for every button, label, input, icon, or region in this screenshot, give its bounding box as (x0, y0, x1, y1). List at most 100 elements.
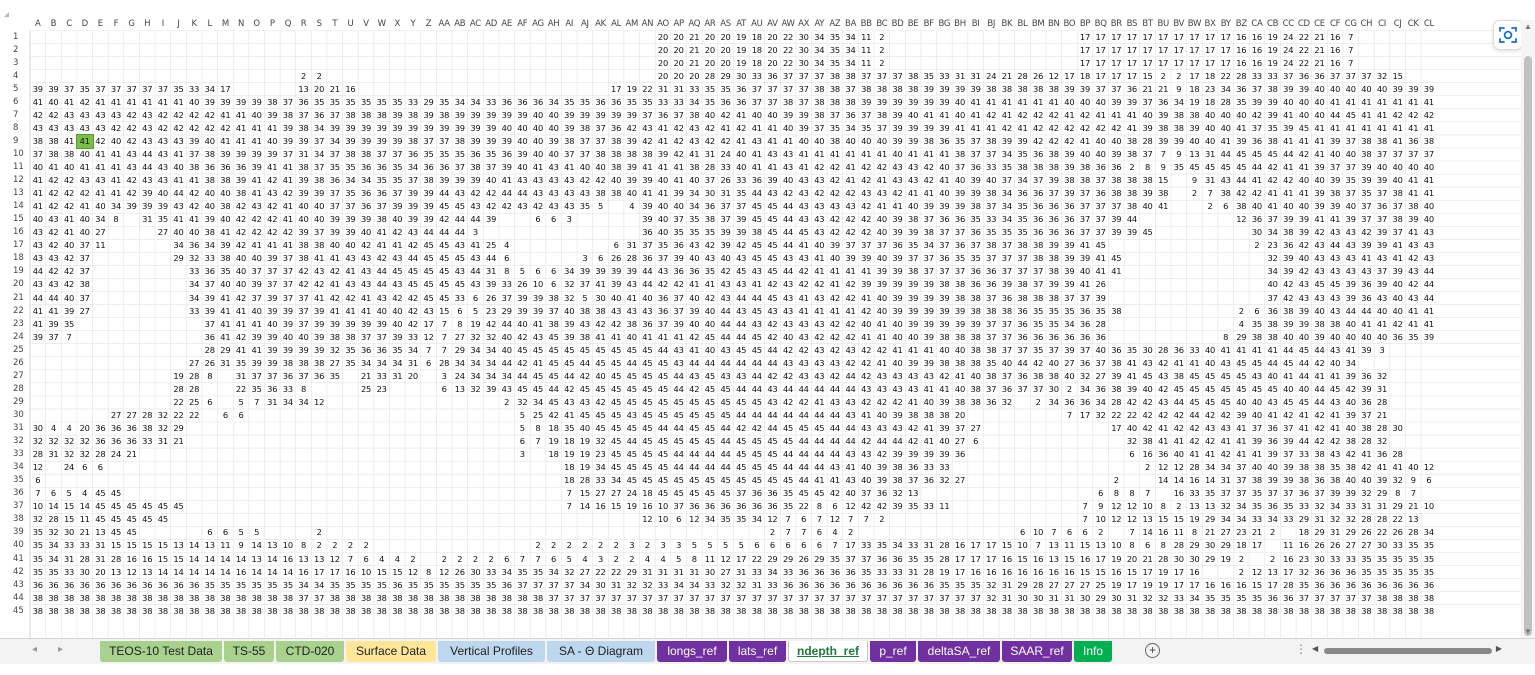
cell[interactable]: 7 (1030, 539, 1046, 552)
cell[interactable]: 38 (436, 592, 452, 605)
cell[interactable]: 38 (1030, 605, 1046, 618)
scroll-right-icon[interactable]: ▶ (1496, 644, 1502, 653)
cell[interactable]: 43 (858, 383, 874, 396)
cell[interactable]: 45 (702, 396, 718, 409)
cell[interactable]: 21 (1155, 83, 1171, 96)
cell[interactable]: 39 (1187, 122, 1203, 135)
cell[interactable]: 45 (1140, 226, 1156, 239)
cell[interactable]: 40 (1343, 318, 1359, 331)
cell[interactable]: 10 (280, 539, 296, 552)
cell[interactable]: 37 (1108, 200, 1124, 213)
sheet-tab[interactable]: Surface Data (346, 641, 436, 662)
cell[interactable]: 36 (296, 96, 312, 109)
cell[interactable]: 33 (937, 70, 953, 83)
cell[interactable]: 40 (1124, 422, 1140, 435)
cell[interactable]: 38 (952, 396, 968, 409)
cell[interactable]: 44 (171, 187, 187, 200)
cell[interactable]: 40 (233, 278, 249, 291)
cell[interactable]: 11 (858, 57, 874, 70)
cell[interactable]: 35 (218, 265, 234, 278)
cell[interactable]: 27 (108, 409, 124, 422)
cell[interactable]: 40 (233, 252, 249, 265)
cell[interactable]: 43 (1374, 292, 1390, 305)
cell[interactable]: 34 (1265, 513, 1281, 526)
cell[interactable]: 39 (561, 109, 577, 122)
cell[interactable]: 40 (1296, 109, 1312, 122)
cell[interactable]: 36 (311, 109, 327, 122)
cell[interactable]: 35 (858, 122, 874, 135)
cell[interactable]: 15 (1124, 566, 1140, 579)
cell[interactable]: 41 (874, 200, 890, 213)
cell[interactable]: 38 (827, 83, 843, 96)
cell[interactable]: 38 (124, 592, 140, 605)
cell[interactable]: 42 (858, 357, 874, 370)
cell[interactable]: 36 (1062, 213, 1078, 226)
cell[interactable]: 39 (733, 226, 749, 239)
cell[interactable]: 41 (1234, 422, 1250, 435)
cell[interactable]: 43 (374, 292, 390, 305)
cell[interactable]: 24 (1280, 57, 1296, 70)
cell[interactable]: 35 (421, 148, 437, 161)
cell[interactable]: 39 (280, 344, 296, 357)
cell[interactable]: 43 (905, 383, 921, 396)
cell[interactable]: 44 (655, 344, 671, 357)
row-header[interactable]: 1 (0, 31, 30, 44)
cell[interactable]: 43 (874, 422, 890, 435)
cell[interactable]: 41 (77, 161, 93, 174)
cell[interactable]: 12 (827, 513, 843, 526)
cell[interactable]: 17 (1062, 70, 1078, 83)
cell[interactable]: 35 (1265, 122, 1281, 135)
cell[interactable]: 41 (249, 174, 265, 187)
cell[interactable]: 15 (61, 513, 77, 526)
cell[interactable]: 43 (343, 278, 359, 291)
cell[interactable]: 38 (937, 409, 953, 422)
cell[interactable]: 29 (1374, 487, 1390, 500)
cell[interactable]: 22 (1390, 513, 1406, 526)
cell[interactable]: 35 (999, 226, 1015, 239)
cell[interactable]: 35 (1296, 579, 1312, 592)
column-header[interactable]: D (77, 18, 93, 30)
cell[interactable]: 10 (530, 278, 546, 291)
cell[interactable]: 41 (858, 148, 874, 161)
cell[interactable]: 42 (890, 187, 906, 200)
cell[interactable]: 42 (671, 148, 687, 161)
cell[interactable]: 38 (1280, 305, 1296, 318)
cell[interactable]: 31 (1312, 513, 1328, 526)
cell[interactable]: 33 (1249, 70, 1265, 83)
cell[interactable]: 44 (827, 435, 843, 448)
cell[interactable]: 39 (593, 265, 609, 278)
cell[interactable]: 39 (389, 331, 405, 344)
cell[interactable]: 39 (765, 174, 781, 187)
cell[interactable]: 38 (905, 213, 921, 226)
cell[interactable]: 42 (405, 305, 421, 318)
cell[interactable]: 24 (1280, 31, 1296, 44)
cell[interactable]: 36 (1155, 96, 1171, 109)
cell[interactable]: 41 (1077, 239, 1093, 252)
cell[interactable]: 41 (1327, 370, 1343, 383)
cell[interactable]: 37 (952, 226, 968, 239)
cell[interactable]: 44 (1280, 344, 1296, 357)
cell[interactable]: 34 (311, 122, 327, 135)
cell[interactable]: 41 (61, 96, 77, 109)
cell[interactable]: 45 (655, 383, 671, 396)
cell[interactable]: 39 (202, 305, 218, 318)
cell[interactable]: 15 (389, 566, 405, 579)
cell[interactable]: 35 (1202, 487, 1218, 500)
cell[interactable]: 39 (1296, 318, 1312, 331)
cell[interactable]: 41 (343, 265, 359, 278)
row-header[interactable]: 39 (0, 526, 30, 539)
cell[interactable]: 37 (937, 265, 953, 278)
cell[interactable]: 26 (452, 566, 468, 579)
cell[interactable]: 45 (1249, 357, 1265, 370)
cell[interactable]: 45 (640, 370, 656, 383)
cell[interactable]: 40 (1218, 109, 1234, 122)
cell[interactable]: 6 (202, 396, 218, 409)
cell[interactable]: 42 (61, 174, 77, 187)
cell[interactable]: 45 (608, 370, 624, 383)
cell[interactable]: 35 (483, 579, 499, 592)
cell[interactable]: 36 (1030, 200, 1046, 213)
column-header[interactable]: BJ (983, 18, 999, 30)
cell[interactable]: 36 (827, 566, 843, 579)
cell[interactable]: 38 (905, 83, 921, 96)
cell[interactable]: 39 (1327, 174, 1343, 187)
